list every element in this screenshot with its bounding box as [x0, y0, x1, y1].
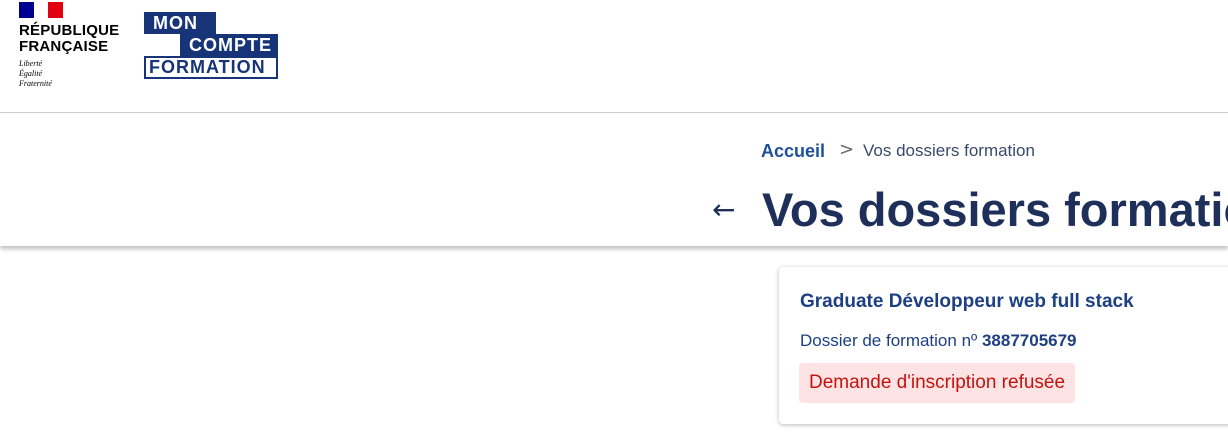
mon-compte-formation-logo[interactable]: MON COMPTE FORMATION: [144, 12, 278, 79]
rf-wordmark: RÉPUBLIQUE FRANÇAISE: [19, 22, 120, 55]
back-arrow-icon[interactable]: ←: [712, 193, 735, 227]
breadcrumb-home-link[interactable]: Accueil: [761, 141, 825, 162]
logo-line-formation: FORMATION: [144, 56, 278, 79]
breadcrumb-current: Vos dossiers formation: [863, 141, 1035, 160]
dossier-reference: Dossier de formation nº 3887705679: [800, 331, 1077, 351]
logo-line-mon: MON: [144, 12, 216, 34]
dossier-label: Dossier de formation nº: [800, 331, 978, 350]
training-title: Graduate Développeur web full stack: [800, 291, 1134, 312]
site-header: RÉPUBLIQUE FRANÇAISE Liberté Égalité Fra…: [0, 0, 1228, 113]
chevron-right-icon: >: [839, 139, 855, 160]
page-title: Vos dossiers formation: [762, 183, 1228, 236]
dossier-number: 3887705679: [981, 331, 1077, 350]
marianne-flag-icon: [19, 2, 63, 18]
logo-line-compte: COMPTE: [180, 34, 278, 56]
dossier-card[interactable]: Graduate Développeur web full stack Doss…: [779, 267, 1228, 424]
status-badge: Demande d'inscription refusée: [799, 363, 1076, 403]
rf-motto: Liberté Égalité Fraternité: [19, 59, 52, 88]
